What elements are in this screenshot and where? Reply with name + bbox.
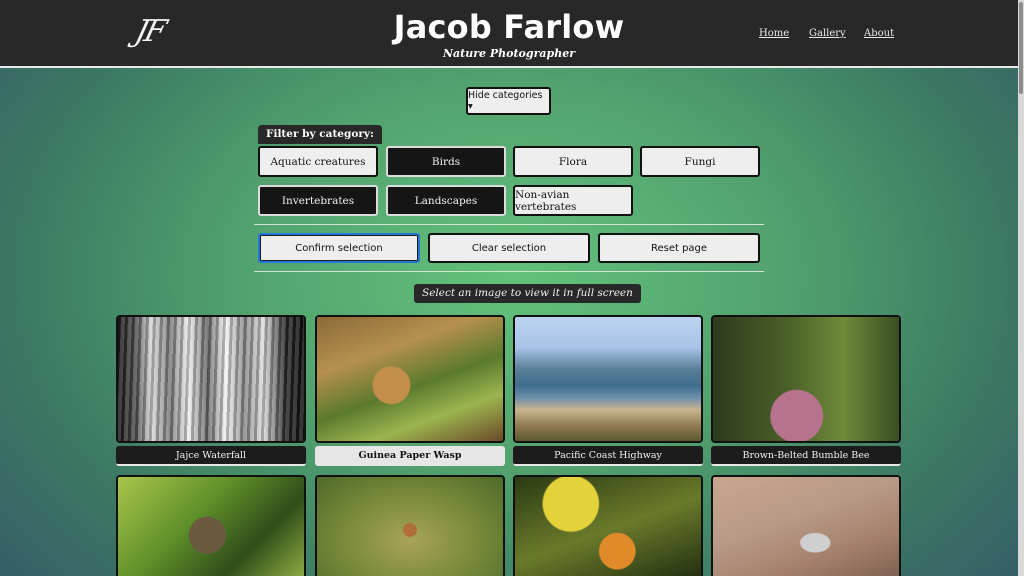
divider: [254, 224, 764, 225]
scrollbar-thumb[interactable]: [1019, 2, 1023, 94]
gallery-caption[interactable]: Jajce Waterfall: [116, 446, 306, 466]
clear-selection-button[interactable]: Clear selection: [428, 233, 590, 263]
nav-about-link[interactable]: About: [864, 28, 894, 39]
category-fungi[interactable]: Fungi: [640, 146, 760, 177]
site-header: JF Jacob Farlow Nature Photographer Home…: [0, 0, 1018, 68]
gallery-image-guinea-paper-wasp[interactable]: [315, 315, 505, 443]
gallery-image-pacific-coast-highway[interactable]: [513, 315, 703, 443]
category-invertebrates[interactable]: Invertebrates: [258, 185, 378, 216]
filter-label: Filter by category:: [258, 125, 382, 144]
reset-page-button[interactable]: Reset page: [598, 233, 760, 263]
category-birds[interactable]: Birds: [386, 146, 506, 177]
confirm-selection-button[interactable]: Confirm selection: [258, 233, 420, 263]
category-aquatic-creatures[interactable]: Aquatic creatures: [258, 146, 378, 177]
gallery-image-bird[interactable]: [711, 475, 901, 576]
gallery-image-jajce-waterfall[interactable]: [116, 315, 306, 443]
nav-gallery-link[interactable]: Gallery: [809, 28, 846, 39]
gallery-caption[interactable]: Pacific Coast Highway: [513, 446, 703, 466]
category-landscapes[interactable]: Landscapes: [386, 185, 506, 216]
gallery-caption[interactable]: Brown-Belted Bumble Bee: [711, 446, 901, 466]
page-subtitle: Nature Photographer: [442, 47, 575, 60]
divider: [254, 271, 764, 272]
category-non-avian-vertebrates[interactable]: Non-avian vertebrates: [513, 185, 633, 216]
hide-categories-button[interactable]: Hide categories ▾: [466, 87, 551, 115]
gallery-image-brown-belted-bumble-bee[interactable]: [711, 315, 901, 443]
gallery-hint: Select an image to view it in full scree…: [414, 284, 641, 303]
page-title: Jacob Farlow: [393, 8, 625, 46]
category-flora[interactable]: Flora: [513, 146, 633, 177]
gallery-image-owl[interactable]: [116, 475, 306, 576]
gallery-image-butterfly[interactable]: [513, 475, 703, 576]
gallery-image-spider[interactable]: [315, 475, 505, 576]
page-scrollbar[interactable]: [1018, 0, 1024, 576]
nav-home-link[interactable]: Home: [759, 28, 789, 39]
gallery-caption[interactable]: Guinea Paper Wasp: [315, 446, 505, 466]
